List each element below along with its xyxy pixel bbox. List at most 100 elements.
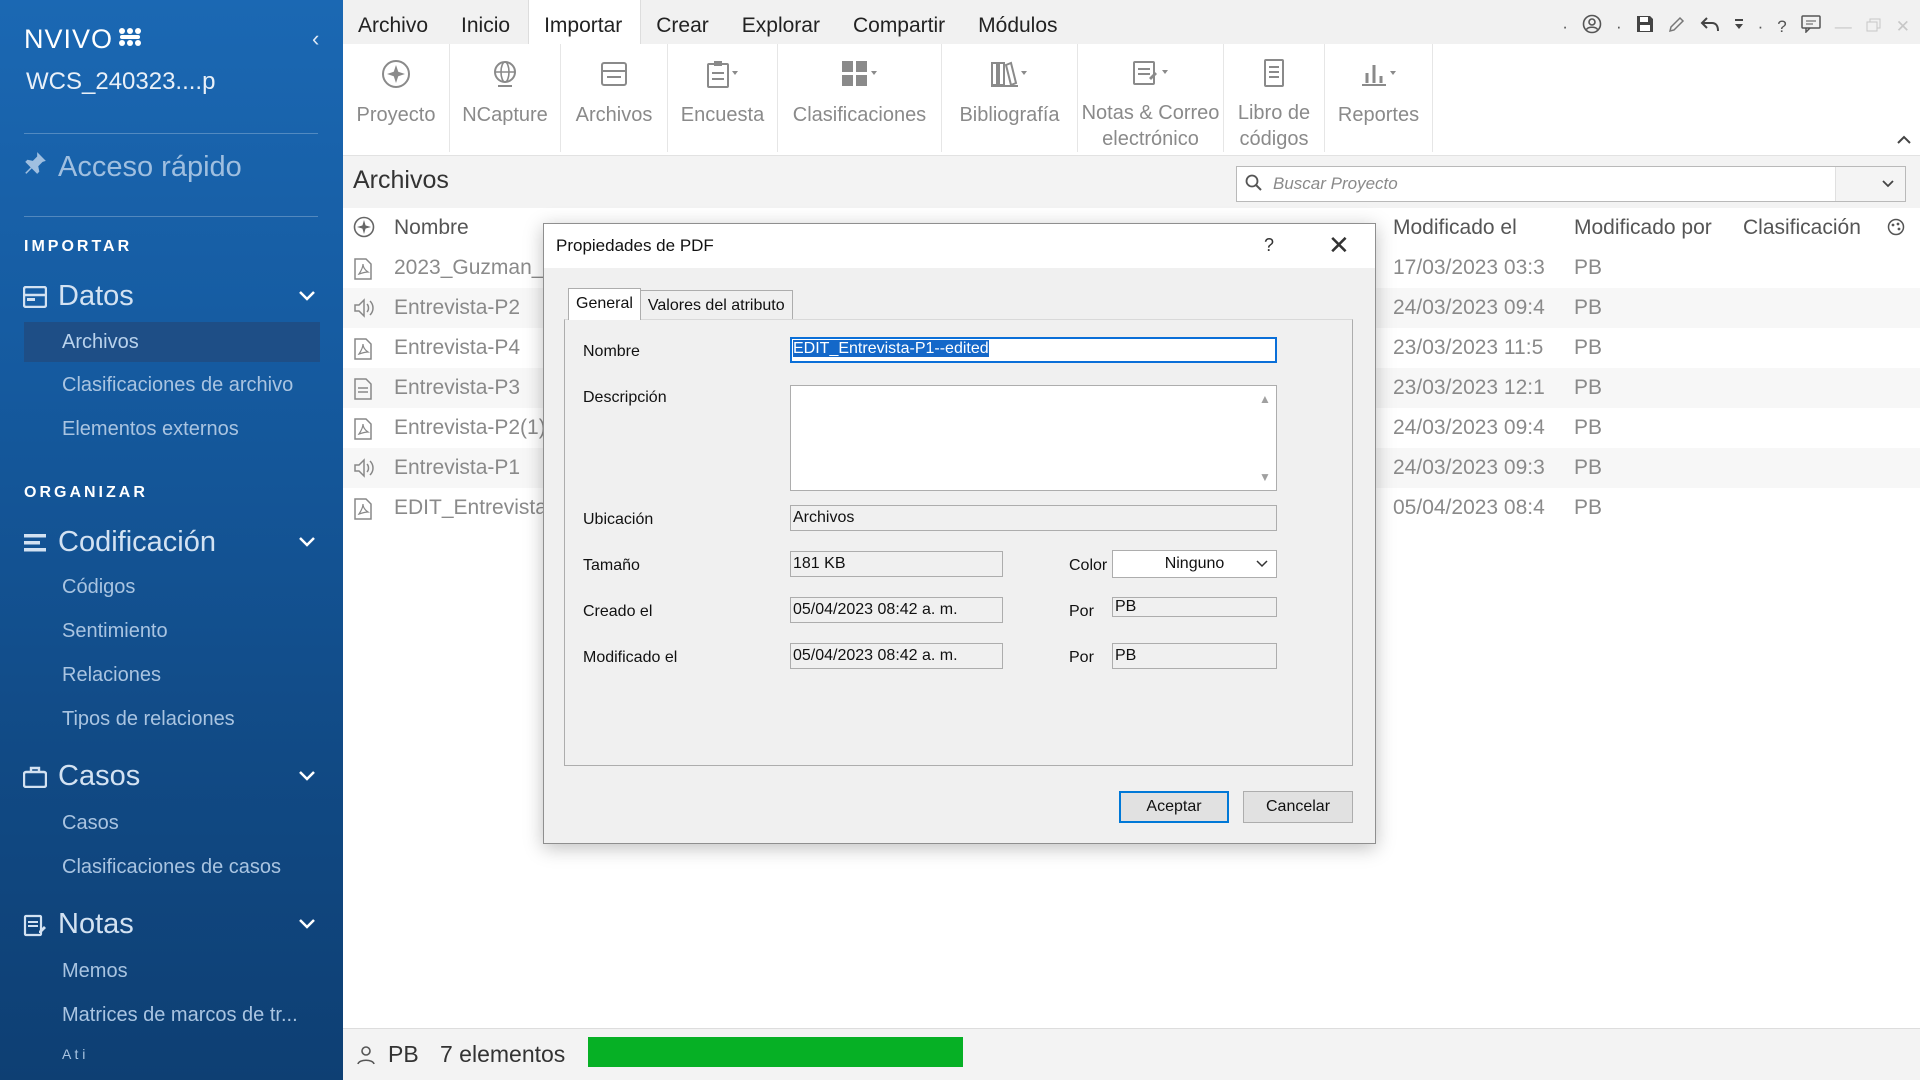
sidebar-item-sentimiento[interactable]: Sentimiento	[62, 620, 168, 643]
column-chooser-icon[interactable]	[1887, 218, 1905, 241]
sidebar-item-casos[interactable]: Casos	[62, 812, 119, 835]
separator-dot: ·	[1562, 16, 1568, 36]
file-modified-by: PB	[1574, 256, 1603, 279]
pdf-file-icon	[353, 258, 373, 285]
file-modified: 23/03/2023 12:1	[1393, 376, 1545, 399]
scroll-down-icon[interactable]: ▼	[1259, 470, 1271, 484]
project-icon	[376, 56, 416, 92]
restore-icon[interactable]	[1866, 17, 1882, 37]
customize-dropdown-icon[interactable]	[1734, 17, 1744, 37]
created-by-label: Por	[1069, 603, 1094, 620]
tab-general[interactable]: General	[568, 288, 641, 320]
sidebar-item-relaciones[interactable]: Relaciones	[62, 664, 161, 687]
search-input[interactable]	[1273, 171, 1833, 197]
quick-access-toolbar: · · · ? — ✕	[1562, 14, 1910, 39]
close-window-icon[interactable]: ✕	[1896, 17, 1910, 37]
sidebar-group-codificacion[interactable]: Codificación	[22, 526, 322, 559]
audio-file-icon	[353, 458, 375, 483]
quick-access-link[interactable]: Acceso rápido	[22, 150, 242, 184]
classifications-icon	[840, 56, 880, 92]
column-header-modified-by[interactable]: Modificado por	[1574, 216, 1712, 240]
tab-compartir[interactable]: Compartir	[838, 0, 963, 44]
sidebar-item-clasificaciones-archivo[interactable]: Clasificaciones de archivo	[62, 374, 293, 397]
ribbon-libro-codigos-button[interactable]: Libro de códigos	[1224, 44, 1325, 152]
color-select[interactable]: Ninguno	[1112, 550, 1277, 578]
column-header-modified[interactable]: Modificado el	[1393, 216, 1517, 240]
ribbon-proyecto-button[interactable]: Proyecto	[343, 44, 450, 152]
chevron-down-icon[interactable]	[298, 914, 316, 935]
help-button[interactable]: ?	[1264, 235, 1274, 256]
sidebar-item-codigos[interactable]: Códigos	[62, 576, 135, 599]
page-title: Archivos	[353, 166, 449, 194]
save-icon[interactable]	[1636, 15, 1654, 38]
chevron-down-icon[interactable]	[298, 532, 316, 553]
ribbon-collapse-icon[interactable]	[1896, 132, 1912, 150]
description-field[interactable]: ▲ ▼	[790, 385, 1277, 491]
tab-crear[interactable]: Crear	[641, 0, 727, 44]
sidebar-item-elementos-externos[interactable]: Elementos externos	[62, 418, 239, 441]
close-button[interactable]: ✕	[1328, 230, 1350, 260]
tab-inicio[interactable]: Inicio	[446, 0, 528, 44]
pdf-properties-dialog: Propiedades de PDF ? ✕ General Valores d…	[543, 223, 1376, 844]
chevron-down-icon[interactable]	[298, 286, 316, 307]
ribbon-bibliografia-button[interactable]: Bibliografía	[942, 44, 1078, 152]
column-header-classification[interactable]: Clasificación	[1743, 216, 1861, 240]
sidebar-item-clasificaciones-casos[interactable]: Clasificaciones de casos	[62, 856, 281, 879]
select-all-icon[interactable]	[353, 216, 375, 243]
scroll-up-icon[interactable]: ▲	[1259, 392, 1271, 406]
tab-explorar[interactable]: Explorar	[727, 0, 838, 44]
sidebar-group-datos[interactable]: Datos	[22, 280, 322, 313]
name-label: Nombre	[583, 343, 640, 360]
description-label: Descripción	[583, 389, 667, 406]
description-scrollbar[interactable]: ▲ ▼	[1254, 386, 1276, 490]
divider	[24, 133, 318, 134]
search-options-chevron-icon[interactable]	[1835, 167, 1905, 201]
file-name: Entrevista-P4	[394, 336, 521, 359]
chevron-down-icon[interactable]	[298, 766, 316, 787]
file-name: EDIT_Entrevista-	[394, 496, 554, 519]
ribbon-ncapture-button[interactable]: NCapture	[450, 44, 561, 152]
ribbon-notas-correo-button[interactable]: Notas & Correo electrónico	[1078, 44, 1224, 152]
status-item-count: 7 elementos	[440, 1041, 566, 1067]
sidebar-collapse-button[interactable]: ‹	[312, 26, 319, 52]
location-label: Ubicación	[583, 511, 654, 528]
ribbon-reportes-button[interactable]: Reportes	[1325, 44, 1433, 152]
ribbon-encuesta-button[interactable]: Encuesta	[668, 44, 778, 152]
created-by-field: PB	[1112, 597, 1277, 617]
sidebar-item-matrices[interactable]: Matrices de marcos de tr...	[62, 1004, 298, 1027]
survey-icon	[703, 56, 743, 92]
sidebar-item-memos[interactable]: Memos	[62, 960, 128, 983]
created-label: Creado el	[583, 603, 653, 620]
account-icon[interactable]	[1582, 14, 1602, 39]
ribbon-archivos-button[interactable]: Archivos	[561, 44, 668, 152]
help-icon[interactable]: ?	[1777, 17, 1786, 37]
bibliography-icon	[990, 56, 1030, 92]
accept-button[interactable]: Aceptar	[1119, 791, 1229, 823]
sidebar-item-clipped[interactable]: A t i	[62, 1046, 85, 1062]
column-header-name[interactable]: Nombre	[394, 216, 469, 240]
name-field[interactable]: EDIT_Entrevista-P1--edited	[790, 337, 1277, 363]
ribbon-label: Notas & Correo electrónico	[1081, 102, 1220, 150]
ribbon-clasificaciones-button[interactable]: Clasificaciones	[778, 44, 942, 152]
sidebar-group-notas[interactable]: Notas	[22, 908, 322, 941]
comment-icon[interactable]	[1801, 15, 1821, 38]
chevron-down-icon	[1256, 555, 1268, 571]
group-label: Notas	[58, 908, 134, 940]
sidebar-item-archivos[interactable]: Archivos	[24, 322, 320, 362]
ribbon-label: Libro de códigos	[1234, 100, 1314, 152]
file-modified: 17/03/2023 03:3	[1393, 256, 1545, 279]
tab-importar[interactable]: Importar	[528, 0, 642, 44]
search-box[interactable]	[1236, 166, 1906, 202]
tab-valores-atributo[interactable]: Valores del atributo	[640, 290, 793, 320]
tab-archivo[interactable]: Archivo	[343, 0, 446, 44]
cancel-button[interactable]: Cancelar	[1243, 791, 1353, 823]
file-name: Entrevista-P2	[394, 296, 521, 319]
edit-icon[interactable]	[1668, 15, 1686, 38]
undo-icon[interactable]	[1700, 15, 1720, 38]
project-name: WCS_240323....p	[26, 68, 216, 95]
sidebar-item-tipos-relaciones[interactable]: Tipos de relaciones	[62, 708, 235, 731]
sidebar-group-casos[interactable]: Casos	[22, 760, 322, 793]
ribbon-label-text: Libro de códigos	[1237, 102, 1311, 150]
minimize-icon[interactable]: —	[1835, 17, 1852, 37]
tab-modulos[interactable]: Módulos	[963, 0, 1075, 44]
